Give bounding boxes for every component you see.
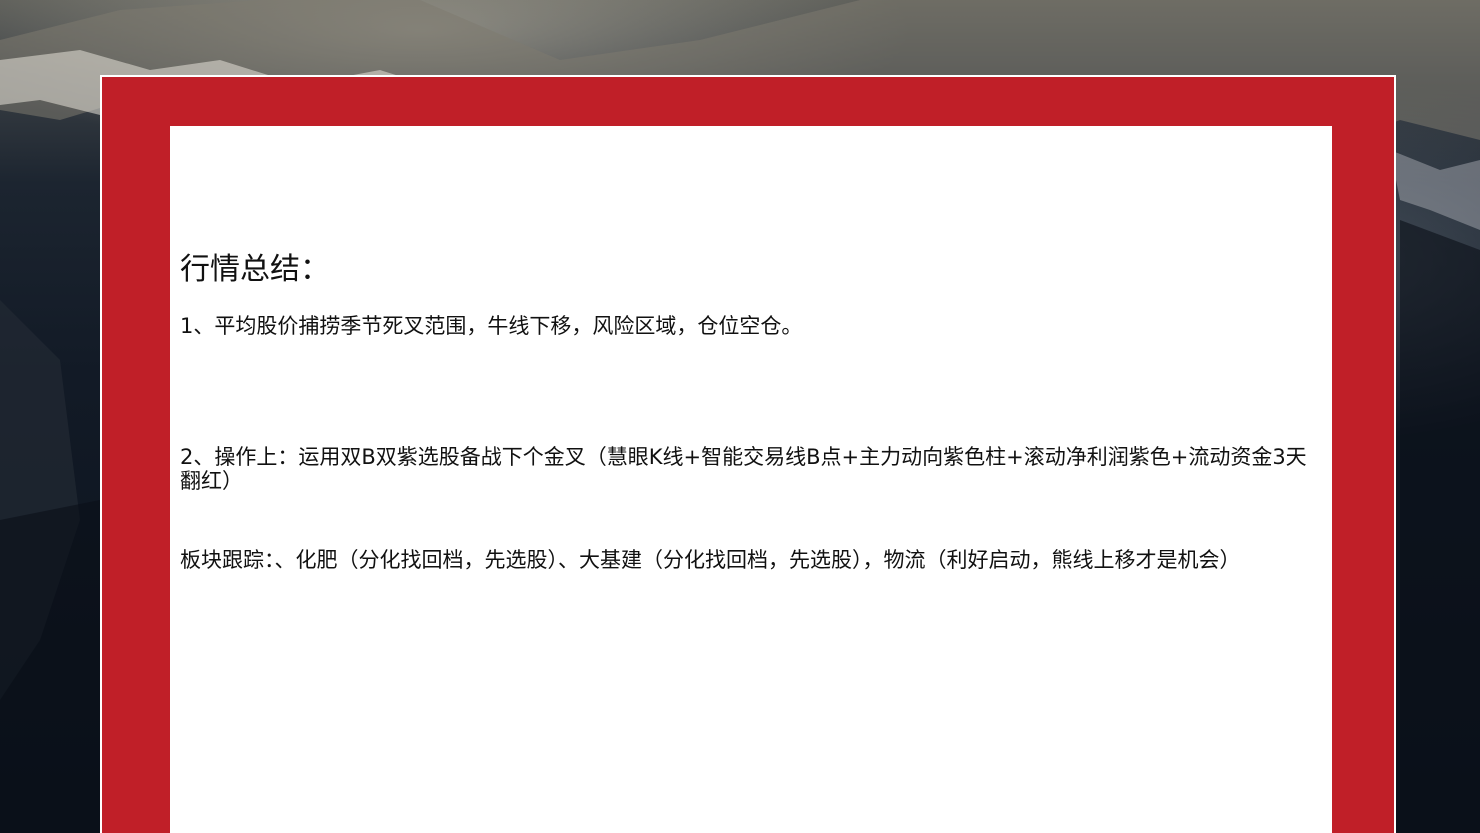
- document-body: 行情总结： 1、平均股价捕捞季节死叉范围，牛线下移，风险区域，仓位空仓。 2、操…: [180, 250, 1320, 572]
- paragraph-operation: 2、操作上：运用双B双紫选股备战下个金叉（慧眼K线+智能交易线B点+主力动向紫色…: [180, 445, 1307, 493]
- paragraph-market-summary: 1、平均股价捕捞季节死叉范围，牛线下移，风险区域，仓位空仓。: [180, 314, 803, 338]
- paragraph-sector-tracking: 板块跟踪：、化肥（分化找回档，先选股）、大基建（分化找回档，先选股），物流（利好…: [180, 548, 1241, 572]
- document-heading: 行情总结：: [180, 252, 330, 287]
